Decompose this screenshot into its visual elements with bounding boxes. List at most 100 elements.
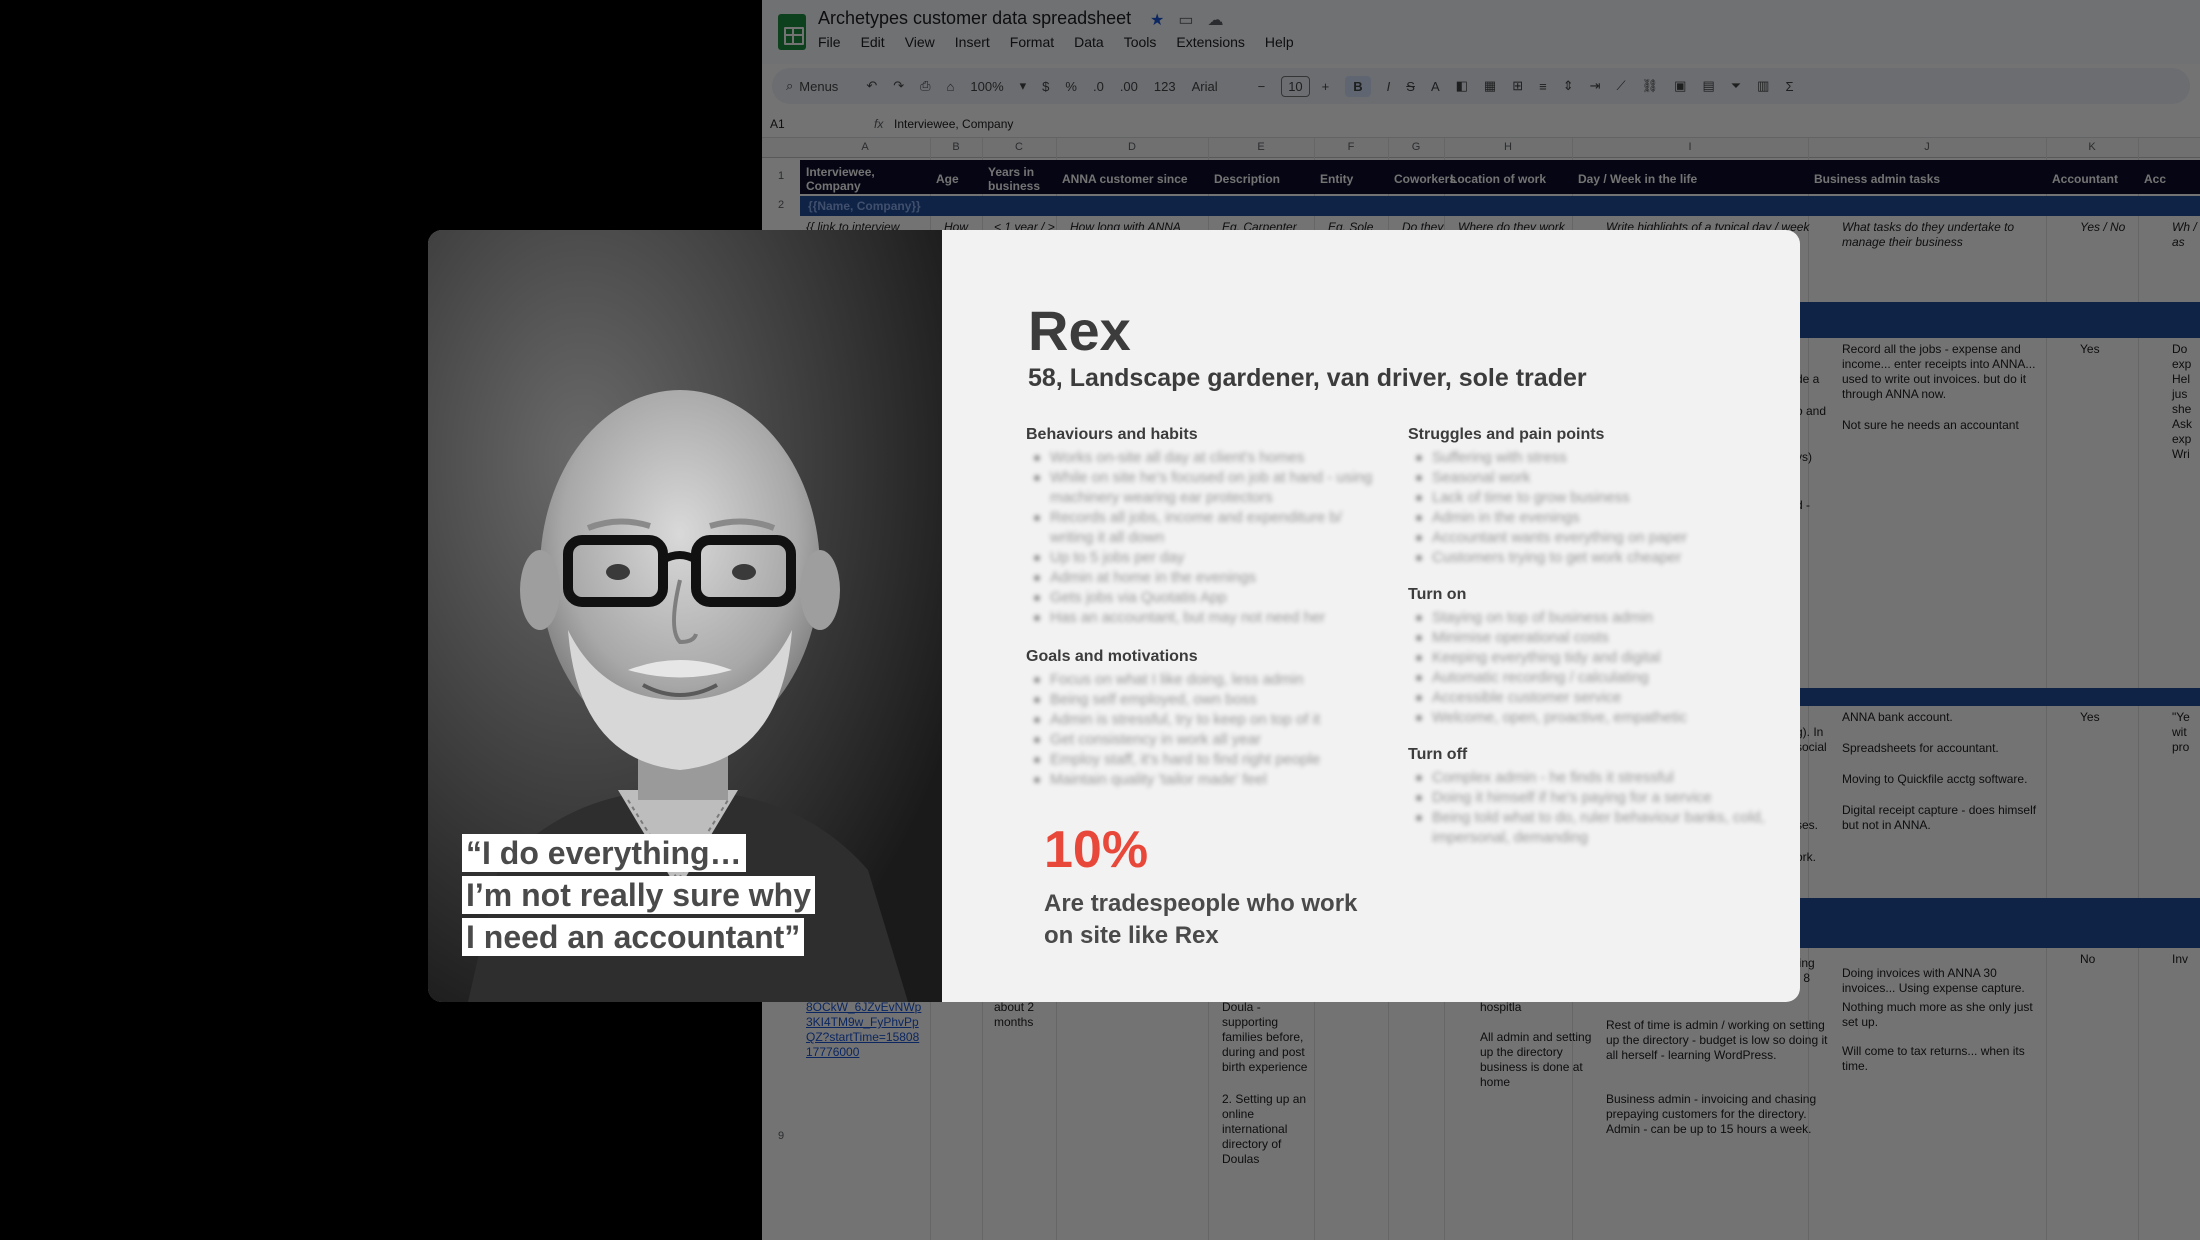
cell[interactable]: 2. Setting up an online international di… bbox=[1222, 1092, 1312, 1167]
cell[interactable]: Nothing much more as she only just set u… bbox=[1842, 1000, 2042, 1030]
document-title[interactable]: Archetypes customer data spreadsheet bbox=[818, 8, 1131, 29]
col-header-k[interactable]: K bbox=[2046, 141, 2138, 153]
menu-data[interactable]: Data bbox=[1074, 34, 1104, 50]
sheets-logo-icon[interactable] bbox=[778, 14, 806, 50]
merge-cells-icon[interactable]: ⊞ bbox=[1512, 78, 1523, 94]
cell[interactable]: No bbox=[2080, 952, 2095, 967]
chevron-down-icon[interactable]: ▾ bbox=[1020, 78, 1027, 94]
comment-icon[interactable]: ▣ bbox=[1674, 78, 1686, 94]
font-size-decrease-icon[interactable]: − bbox=[1258, 79, 1266, 94]
percent-button[interactable]: % bbox=[1065, 79, 1077, 94]
col-header-g[interactable]: G bbox=[1388, 141, 1444, 153]
header-cell[interactable]: Coworkers bbox=[1394, 172, 1456, 186]
header-cell[interactable]: ANNA customer since bbox=[1062, 172, 1188, 186]
menu-file[interactable]: File bbox=[818, 34, 841, 50]
cell[interactable]: social bbox=[1796, 740, 1827, 755]
undo-icon[interactable]: ↶ bbox=[866, 78, 877, 94]
cell[interactable]: Wh / as bbox=[2172, 220, 2200, 250]
cell[interactable]: Inv bbox=[2172, 952, 2188, 967]
header-cell[interactable]: Years in business bbox=[988, 165, 1054, 193]
cell[interactable]: Yes bbox=[2080, 710, 2100, 725]
font-size-increase-icon[interactable]: + bbox=[1322, 79, 1330, 94]
menu-tools[interactable]: Tools bbox=[1124, 34, 1157, 50]
font-size-input[interactable]: 10 bbox=[1281, 75, 1310, 97]
strikethrough-button[interactable]: S bbox=[1406, 79, 1415, 94]
header-cell[interactable]: Day / Week in the life bbox=[1578, 172, 1697, 186]
cell[interactable]: hospitla bbox=[1480, 1000, 1600, 1015]
link-icon[interactable]: ⛓ bbox=[1642, 78, 1659, 94]
text-wrap-icon[interactable]: ⇥ bbox=[1590, 78, 1601, 94]
row-number[interactable]: 1 bbox=[762, 170, 800, 182]
star-icon[interactable]: ★ bbox=[1150, 10, 1164, 30]
col-header-j[interactable]: J bbox=[1808, 141, 2046, 153]
menu-view[interactable]: View bbox=[905, 34, 935, 50]
text-color-button[interactable]: A bbox=[1431, 79, 1440, 94]
decrease-decimal-button[interactable]: .0 bbox=[1093, 79, 1104, 94]
header-cell[interactable]: Description bbox=[1214, 172, 1280, 186]
header-cell[interactable]: Business admin tasks bbox=[1814, 172, 1940, 186]
cell[interactable]: Rest of time is admin / working on setti… bbox=[1606, 1018, 1838, 1063]
cell[interactable]: Will come to tax returns... when its tim… bbox=[1842, 1044, 2042, 1074]
italic-button[interactable]: I bbox=[1387, 79, 1391, 94]
cell[interactable]: Spreadsheets for accountant. bbox=[1842, 741, 2042, 756]
cell[interactable]: Yes / No bbox=[2080, 220, 2125, 235]
header-cell[interactable]: Acc bbox=[2144, 172, 2166, 186]
col-header-i[interactable]: I bbox=[1572, 141, 1808, 153]
increase-decimal-button[interactable]: .00 bbox=[1120, 79, 1138, 94]
menu-edit[interactable]: Edit bbox=[861, 34, 885, 50]
zoom-select[interactable]: 100% bbox=[970, 79, 1003, 94]
cell[interactable]: "Ye wit pro bbox=[2172, 710, 2200, 755]
cell[interactable]: Business admin - invoicing and chasing p… bbox=[1606, 1092, 1838, 1137]
text-rotation-icon[interactable]: ⟋ bbox=[1617, 78, 1626, 94]
cell[interactable]: What tasks do they undertake to manage t… bbox=[1842, 220, 2042, 250]
paint-format-icon[interactable]: ⌂ bbox=[947, 79, 955, 94]
header-cell[interactable]: Interviewee, Company bbox=[806, 165, 928, 193]
currency-button[interactable]: $ bbox=[1042, 79, 1049, 94]
cloud-status-icon[interactable]: ☁ bbox=[1207, 10, 1223, 30]
cell[interactable]: Digital receipt capture - does himself b… bbox=[1842, 803, 2042, 833]
menu-format[interactable]: Format bbox=[1010, 34, 1054, 50]
col-header-b[interactable]: B bbox=[930, 141, 982, 153]
bold-button[interactable]: B bbox=[1345, 75, 1371, 97]
cell[interactable]: Moving to Quickfile acctg software. bbox=[1842, 772, 2042, 787]
chart-icon[interactable]: ▤ bbox=[1702, 78, 1714, 94]
header-cell[interactable]: Accountant bbox=[2052, 172, 2118, 186]
formula-input[interactable]: Interviewee, Company bbox=[894, 117, 1013, 131]
cell[interactable]: All admin and setting up the directory b… bbox=[1480, 1030, 1604, 1090]
cell[interactable]: g). In bbox=[1796, 725, 1823, 740]
cell[interactable]: Yes bbox=[2080, 342, 2100, 357]
filter-views-icon[interactable]: ▥ bbox=[1757, 78, 1769, 94]
redo-icon[interactable]: ↷ bbox=[893, 78, 904, 94]
menu-insert[interactable]: Insert bbox=[955, 34, 990, 50]
cell[interactable]: about 2 months bbox=[994, 1000, 1054, 1030]
align-horizontal-icon[interactable]: ≡ bbox=[1539, 79, 1547, 94]
col-header-e[interactable]: E bbox=[1208, 141, 1314, 153]
font-select[interactable]: Arial bbox=[1192, 79, 1218, 94]
header-cell[interactable]: Entity bbox=[1320, 172, 1353, 186]
cell[interactable]: Do exp Hel jus she Ask exp Wri bbox=[2172, 342, 2200, 462]
cell[interactable]: Not sure he needs an accountant bbox=[1842, 418, 2042, 433]
menu-search[interactable]: ⌕ Menus bbox=[786, 78, 838, 94]
header-cell[interactable]: Location of work bbox=[1450, 172, 1546, 186]
col-header-f[interactable]: F bbox=[1314, 141, 1388, 153]
interview-link[interactable]: 8OCkW_6JZvEvNWp 3KI4TM9w_FyPhvPp QZ?star… bbox=[806, 1000, 928, 1060]
functions-button[interactable]: Σ bbox=[1785, 79, 1793, 94]
move-folder-icon[interactable]: ▭ bbox=[1178, 10, 1193, 30]
header-cell[interactable]: Age bbox=[936, 172, 959, 186]
cell[interactable]: o and bbox=[1796, 404, 1826, 419]
col-header-c[interactable]: C bbox=[982, 141, 1056, 153]
template-row[interactable]: {{Name, Company}} bbox=[800, 196, 2200, 216]
filter-icon[interactable]: ⏷ bbox=[1731, 78, 1741, 94]
name-box[interactable]: A1 bbox=[770, 117, 850, 131]
menu-extensions[interactable]: Extensions bbox=[1176, 34, 1244, 50]
col-header-h[interactable]: H bbox=[1444, 141, 1572, 153]
align-vertical-icon[interactable]: ⇕ bbox=[1563, 78, 1574, 94]
borders-icon[interactable]: ▦ bbox=[1484, 78, 1496, 94]
col-header-a[interactable]: A bbox=[800, 141, 930, 153]
cell[interactable]: Record all the jobs - expense and income… bbox=[1842, 342, 2042, 402]
print-icon[interactable]: ⎙ bbox=[920, 78, 930, 94]
fill-color-icon[interactable]: ◧ bbox=[1456, 78, 1468, 94]
col-header-d[interactable]: D bbox=[1056, 141, 1208, 153]
cell[interactable]: Doula - supporting families before, duri… bbox=[1222, 1000, 1312, 1075]
menu-help[interactable]: Help bbox=[1265, 34, 1294, 50]
